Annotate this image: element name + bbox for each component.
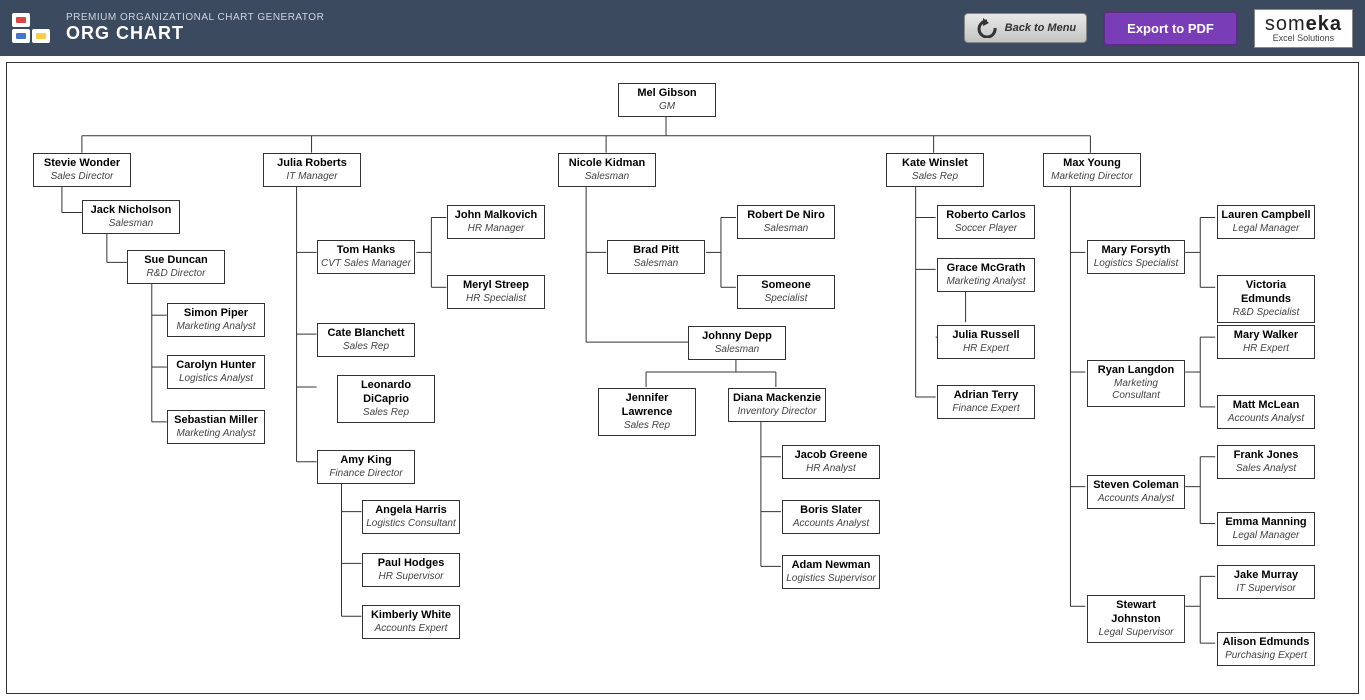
logo-icons	[12, 13, 50, 43]
org-node[interactable]: Robert De NiroSalesman	[737, 205, 835, 239]
org-node[interactable]: Victoria EdmundsR&D Specialist	[1217, 275, 1315, 323]
org-node[interactable]: John MalkovichHR Manager	[447, 205, 545, 239]
org-node[interactable]: Mary WalkerHR Expert	[1217, 325, 1315, 359]
app-header: PREMIUM ORGANIZATIONAL CHART GENERATOR O…	[0, 0, 1365, 56]
org-node[interactable]: Leonardo DiCaprioSales Rep	[337, 375, 435, 423]
org-chart-canvas: Mel GibsonGM Stevie WonderSales Director…	[6, 62, 1359, 694]
org-node[interactable]: Adam NewmanLogistics Supervisor	[782, 555, 880, 589]
org-node-root[interactable]: Mel GibsonGM	[618, 83, 716, 117]
org-node[interactable]: Stevie WonderSales Director	[33, 153, 131, 187]
back-to-menu-label: Back to Menu	[1005, 22, 1077, 34]
icon-tile	[12, 29, 30, 43]
org-node[interactable]: Nicole KidmanSalesman	[558, 153, 656, 187]
org-node[interactable]: Mary ForsythLogistics Specialist	[1087, 240, 1185, 274]
header-subtitle: PREMIUM ORGANIZATIONAL CHART GENERATOR	[66, 12, 324, 23]
org-node[interactable]: Angela HarrisLogistics Consultant	[362, 500, 460, 534]
org-node[interactable]: Stewart JohnstonLegal Supervisor	[1087, 595, 1185, 643]
org-node[interactable]: Adrian TerryFinance Expert	[937, 385, 1035, 419]
org-node[interactable]: Tom HanksCVT Sales Manager	[317, 240, 415, 274]
org-node[interactable]: Sue DuncanR&D Director	[127, 250, 225, 284]
org-node[interactable]: Alison EdmundsPurchasing Expert	[1217, 632, 1315, 666]
brand-badge: someka Excel Solutions	[1254, 9, 1353, 48]
export-pdf-button[interactable]: Export to PDF	[1103, 11, 1238, 46]
org-node[interactable]: Kate WinsletSales Rep	[886, 153, 984, 187]
org-node[interactable]: Cate BlanchettSales Rep	[317, 323, 415, 357]
org-node[interactable]: Ryan LangdonMarketing Consultant	[1087, 360, 1185, 407]
org-node[interactable]: Jacob GreeneHR Analyst	[782, 445, 880, 479]
org-node[interactable]: Emma ManningLegal Manager	[1217, 512, 1315, 546]
org-node[interactable]: Lauren CampbellLegal Manager	[1217, 205, 1315, 239]
org-node[interactable]: Simon PiperMarketing Analyst	[167, 303, 265, 337]
org-node[interactable]: Amy KingFinance Director	[317, 450, 415, 484]
org-node[interactable]: Julia RussellHR Expert	[937, 325, 1035, 359]
org-node[interactable]: Jennifer LawrenceSales Rep	[598, 388, 696, 436]
org-node[interactable]: SomeoneSpecialist	[737, 275, 835, 309]
org-node[interactable]: Matt McLeanAccounts Analyst	[1217, 395, 1315, 429]
export-pdf-label: Export to PDF	[1127, 21, 1214, 36]
org-node[interactable]: Steven ColemanAccounts Analyst	[1087, 475, 1185, 509]
org-node[interactable]: Frank JonesSales Analyst	[1217, 445, 1315, 479]
icon-tile	[32, 29, 50, 43]
back-to-menu-button[interactable]: Back to Menu	[964, 13, 1088, 43]
org-node[interactable]: Boris SlaterAccounts Analyst	[782, 500, 880, 534]
org-node[interactable]: Paul HodgesHR Supervisor	[362, 553, 460, 587]
org-node[interactable]: Grace McGrathMarketing Analyst	[937, 258, 1035, 292]
org-node[interactable]: Johnny DeppSalesman	[688, 326, 786, 360]
brand-name: someka	[1265, 14, 1342, 34]
back-arrow-icon	[975, 18, 999, 38]
org-node[interactable]: Roberto CarlosSoccer Player	[937, 205, 1035, 239]
icon-tile	[12, 13, 30, 27]
page-title: ORG CHART	[66, 23, 324, 44]
org-node[interactable]: Sebastian MillerMarketing Analyst	[167, 410, 265, 444]
org-node[interactable]: Julia RobertsIT Manager	[263, 153, 361, 187]
org-node[interactable]: Jake MurrayIT Supervisor	[1217, 565, 1315, 599]
org-node[interactable]: Meryl StreepHR Specialist	[447, 275, 545, 309]
brand-tagline: Excel Solutions	[1273, 34, 1335, 43]
org-node[interactable]: Diana MackenzieInventory Director	[728, 388, 826, 422]
org-node[interactable]: Brad PittSalesman	[607, 240, 705, 274]
org-node[interactable]: Kimberly WhiteAccounts Expert	[362, 605, 460, 639]
org-node[interactable]: Jack NicholsonSalesman	[82, 200, 180, 234]
header-titles: PREMIUM ORGANIZATIONAL CHART GENERATOR O…	[66, 12, 324, 44]
org-node[interactable]: Max YoungMarketing Director	[1043, 153, 1141, 187]
org-node[interactable]: Carolyn HunterLogistics Analyst	[167, 355, 265, 389]
